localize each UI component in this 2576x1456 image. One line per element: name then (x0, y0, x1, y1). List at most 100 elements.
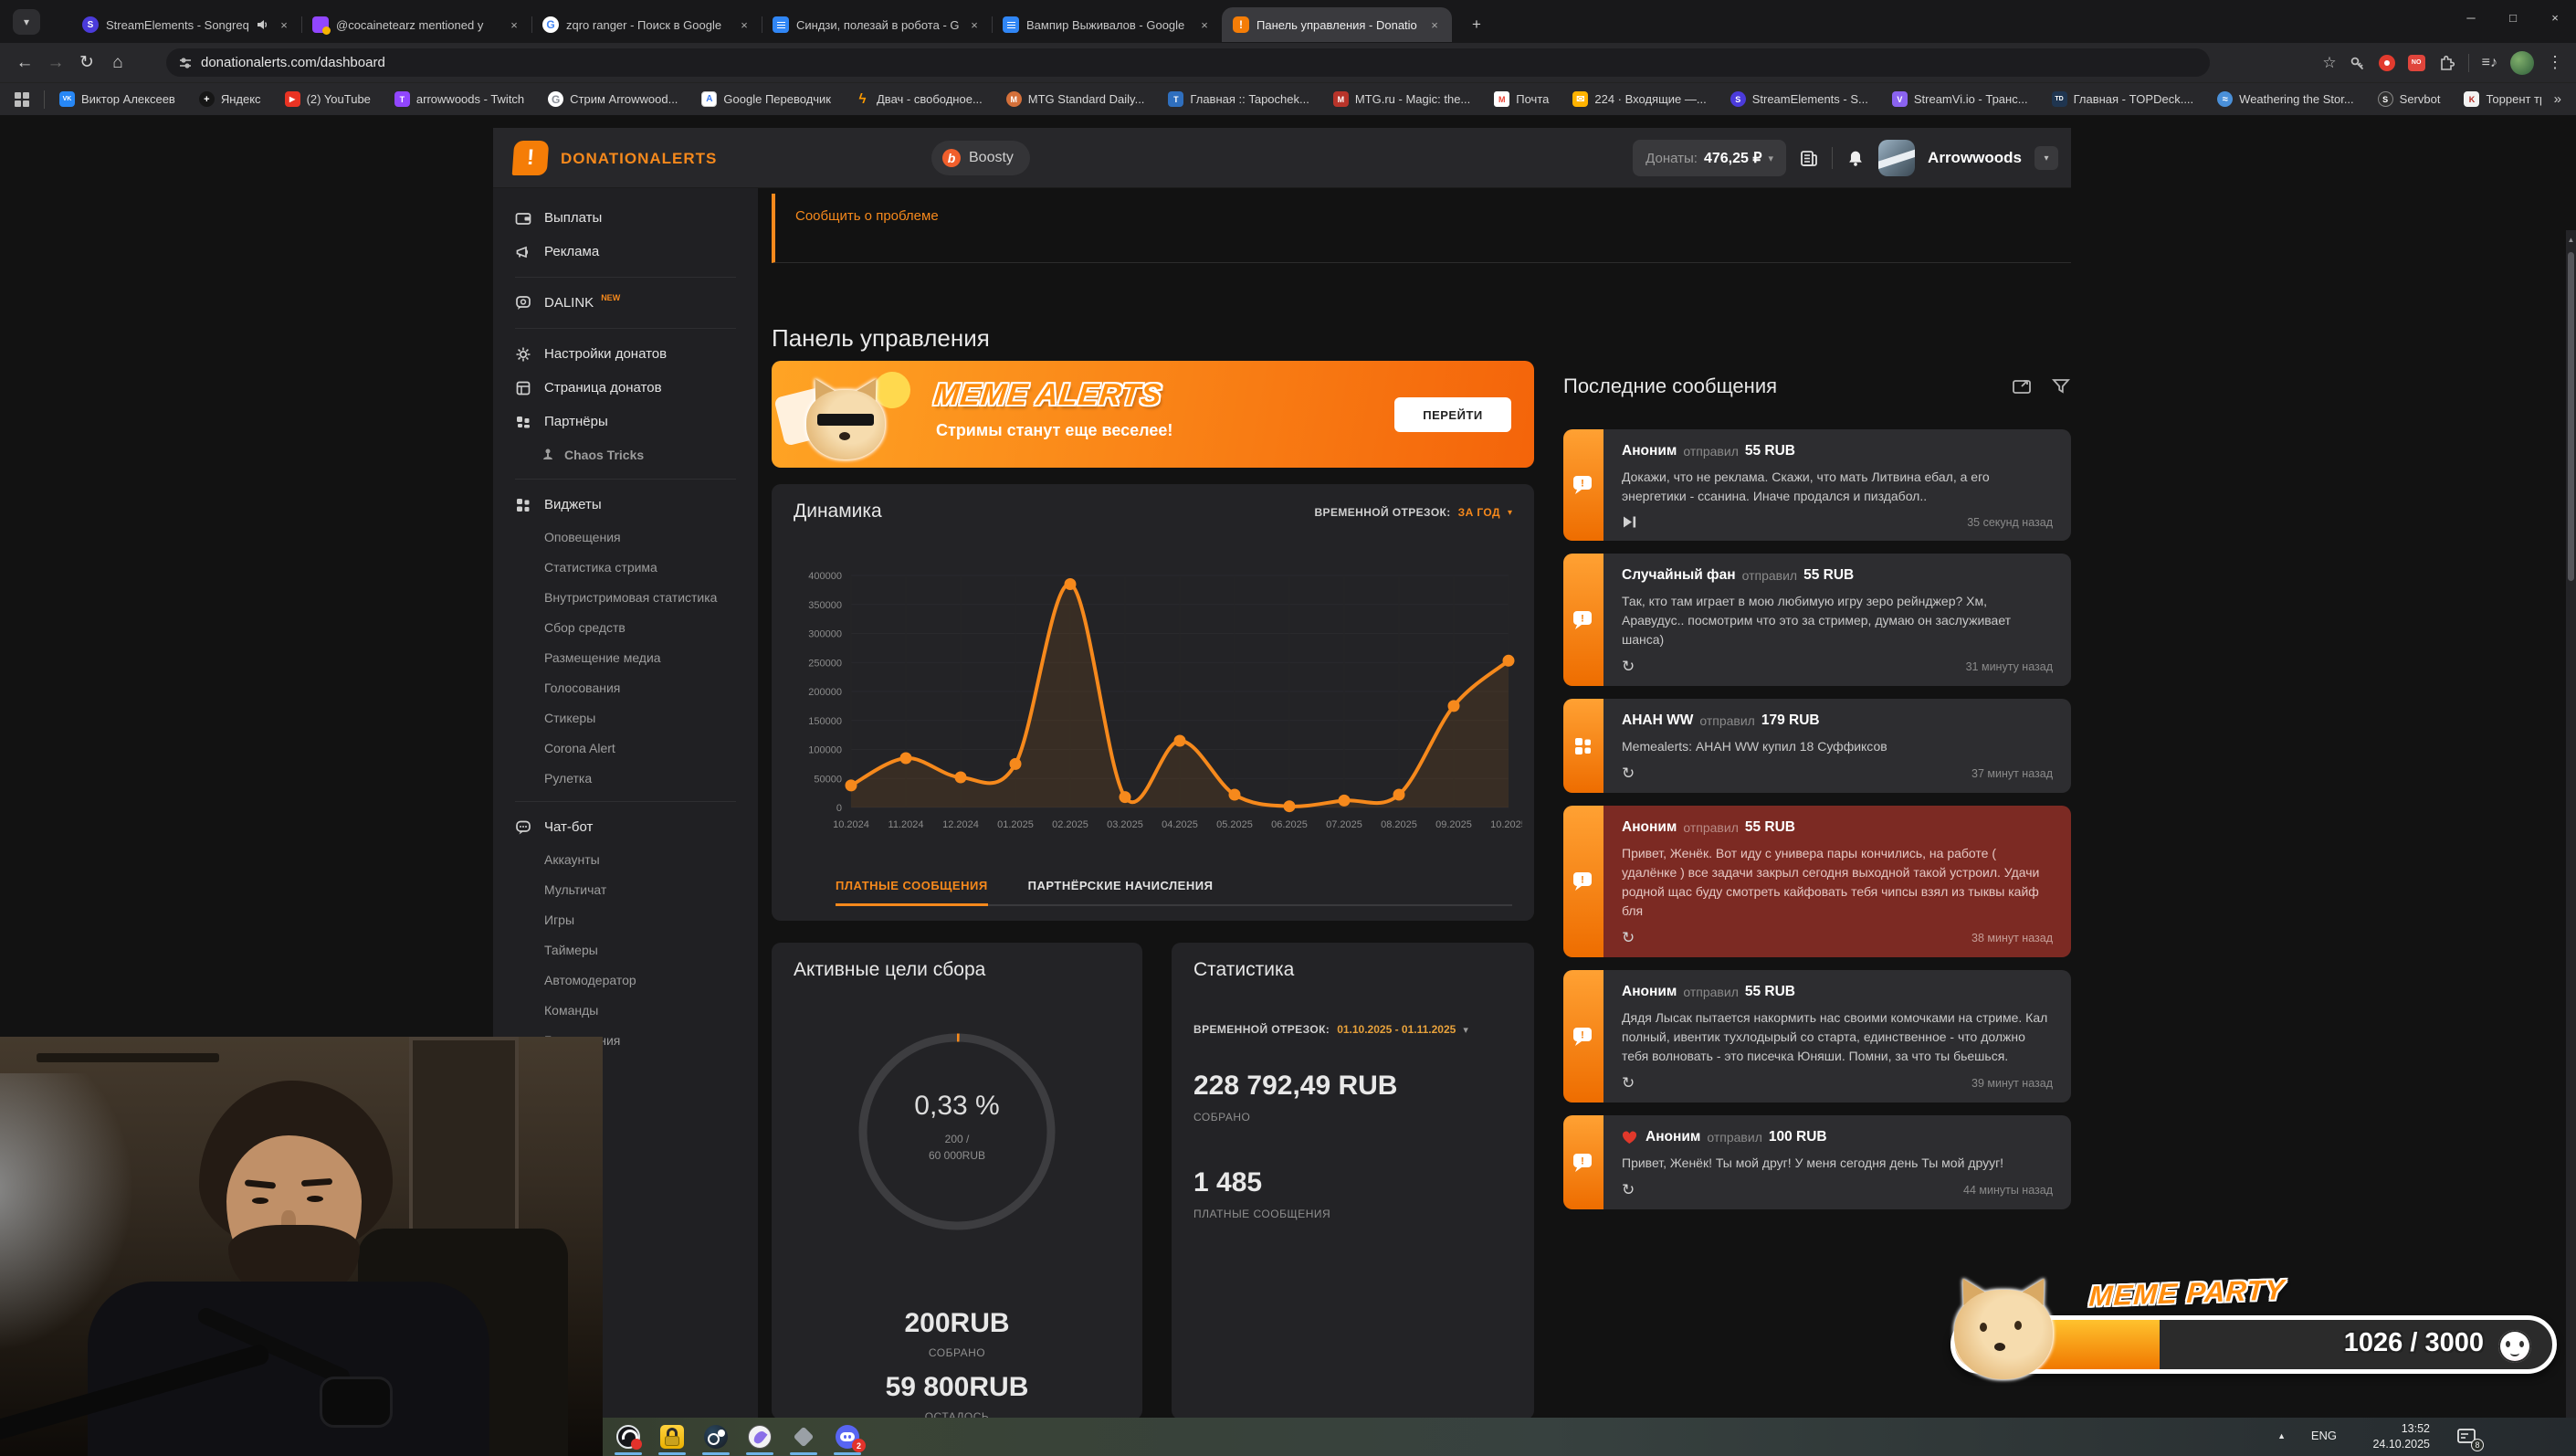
browser-profile-avatar[interactable] (2510, 51, 2534, 75)
skip-icon[interactable] (1622, 515, 1637, 529)
apps-grid-icon[interactable] (15, 92, 29, 107)
bookmark-item[interactable]: VKВиктор Алексеев (59, 91, 175, 107)
filter-icon[interactable] (2051, 376, 2071, 396)
tab-close-icon[interactable]: × (276, 16, 292, 33)
bookmark-item[interactable]: ✉224 · Входящие —... (1572, 91, 1706, 107)
tray-chevron-icon[interactable]: ▲ (2277, 1431, 2286, 1440)
home-icon[interactable]: ⌂ (102, 47, 133, 79)
taskbar-app-lightshot-icon[interactable] (738, 1418, 782, 1456)
clock[interactable]: 13:52 24.10.2025 (2348, 1421, 2430, 1452)
sidebar-item-corona-alert[interactable]: Corona Alert (493, 733, 758, 763)
extension-no-icon[interactable]: NO (2408, 55, 2425, 71)
donations-balance-dropdown[interactable]: Донаты: 476,25 ₽ ▾ (1633, 140, 1786, 176)
bookmark-item[interactable]: VStreamVi.io - Транс... (1892, 91, 2028, 107)
bookmark-star-icon[interactable]: ☆ (2322, 54, 2336, 72)
donationalerts-logo-icon[interactable]: ! (512, 141, 550, 175)
boosty-button[interactable]: b Boosty (931, 141, 1030, 175)
extensions-puzzle-icon[interactable] (2438, 54, 2455, 71)
browser-tab[interactable]: Вампир Выживалов - Google× (992, 7, 1222, 42)
tab-close-icon[interactable]: × (736, 16, 752, 33)
sidebar-item-аккаунты[interactable]: Аккаунты (493, 844, 758, 874)
news-icon[interactable] (1799, 148, 1819, 168)
tab-close-icon[interactable]: × (506, 16, 522, 33)
replay-icon[interactable]: ↻ (1622, 930, 1635, 945)
playlist-icon[interactable]: ≡♪ (2482, 55, 2497, 71)
sidebar-item-автомодератор[interactable]: Автомодератор (493, 965, 758, 995)
tab-partner-accruals[interactable]: ПАРТНЁРСКИЕ НАЧИСЛЕНИЯ (1028, 879, 1214, 904)
message-card[interactable]: !Анонимотправил55 RUBПривет, Женёк. Вот … (1563, 806, 2071, 957)
taskbar-app-obs-icon[interactable] (606, 1418, 650, 1456)
sidebar-item-сбор-средств[interactable]: Сбор средств (493, 612, 758, 642)
bookmark-item[interactable]: ≈Weathering the Stor... (2217, 91, 2354, 107)
banner-go-button[interactable]: ПЕРЕЙТИ (1394, 397, 1511, 432)
sidebar-item-выплаты[interactable]: Выплаты (493, 201, 758, 235)
username[interactable]: Arrowwoods (1928, 149, 2022, 167)
tab-search-button[interactable]: ▾ (13, 9, 40, 35)
sidebar-item-чат-бот[interactable]: Чат-бот (493, 810, 758, 844)
extension-adblock-icon[interactable] (2379, 55, 2395, 71)
meme-alerts-banner[interactable]: MEME ALERTS Стримы станут еще веселее! П… (772, 361, 1534, 468)
sidebar-item-статистика-стрима[interactable]: Статистика стрима (493, 552, 758, 582)
browser-tab[interactable]: Gzqro ranger - Поиск в Google× (531, 7, 762, 42)
close-button[interactable]: × (2534, 0, 2576, 35)
sidebar-item-страница-донатов[interactable]: Страница донатов (493, 371, 758, 405)
replay-icon[interactable]: ↻ (1622, 659, 1635, 674)
replay-icon[interactable]: ↻ (1622, 1182, 1635, 1198)
browser-tab[interactable]: !Панель управления - Donatio× (1222, 7, 1452, 42)
new-tab-button[interactable]: + (1465, 13, 1488, 37)
sidebar-item-dalink[interactable]: DALINKNEW (493, 286, 758, 320)
notification-center-icon[interactable]: 8 (2455, 1426, 2477, 1448)
minimize-button[interactable]: ─ (2450, 0, 2492, 35)
page-scrollbar[interactable]: ▲ ▼ (2566, 230, 2576, 1456)
bookmark-item[interactable]: AGoogle Переводчик (701, 91, 831, 107)
bookmark-item[interactable]: TDГлавная - TOPDeck.... (2052, 91, 2194, 107)
bookmark-item[interactable]: MMTG.ru - Magic: the... (1333, 91, 1470, 107)
message-card[interactable]: !Анонимотправил55 RUBДокажи, что не рекл… (1563, 429, 2071, 541)
sidebar-item-рулетка[interactable]: Рулетка (493, 763, 758, 793)
bookmark-item[interactable]: MПочта (1494, 91, 1549, 107)
bookmark-item[interactable]: ϟДвач - свободное... (855, 91, 983, 107)
maximize-button[interactable]: □ (2492, 0, 2534, 35)
site-settings-icon[interactable] (179, 57, 192, 69)
browser-tab[interactable]: Синдзи, полезай в робота - G× (762, 7, 992, 42)
message-card[interactable]: !Анонимотправил55 RUBДядя Лысак пытается… (1563, 970, 2071, 1103)
sidebar-item-игры[interactable]: Игры (493, 904, 758, 934)
reload-icon[interactable]: ↻ (71, 47, 102, 79)
bookmark-item[interactable]: SStreamElements - S... (1730, 91, 1868, 107)
sidebar-item-команды[interactable]: Команды (493, 995, 758, 1025)
sidebar-item-виджеты[interactable]: Виджеты (493, 488, 758, 522)
scrollbar-thumb[interactable] (2568, 252, 2574, 581)
message-card[interactable]: АНАН WWотправил179 RUBMemealerts: АНАН W… (1563, 699, 2071, 793)
bookmark-item[interactable]: TГлавная :: Tapochek... (1168, 91, 1309, 107)
notifications-bell-icon[interactable] (1845, 148, 1866, 168)
message-card[interactable]: !Анонимотправил100 RUBПривет, Женёк! Ты … (1563, 1115, 2071, 1209)
bookmark-item[interactable]: Tarrowwoods - Twitch (394, 91, 524, 107)
chart-range-dropdown[interactable]: ВРЕМЕННОЙ ОТРЕЗОК: ЗА ГОД ▾ (1314, 506, 1512, 519)
sidebar-item-внутристримовая-статистика[interactable]: Внутристримовая статистика (493, 582, 758, 612)
address-bar[interactable]: donationalerts.com/dashboard (166, 48, 2210, 77)
browser-tab[interactable]: @cocainetearz mentioned y× (301, 7, 531, 42)
bookmark-item[interactable]: KТоррент трекер Ки... (2464, 91, 2540, 107)
scroll-up-icon[interactable]: ▲ (2566, 236, 2576, 244)
bookmark-item[interactable]: ▶(2) YouTube (285, 91, 371, 107)
user-menu-chevron-icon[interactable]: ▾ (2035, 146, 2058, 170)
sidebar-item-реклама[interactable]: Реклама (493, 235, 758, 269)
sidebar-item-стикеры[interactable]: Стикеры (493, 702, 758, 733)
tab-audio-icon[interactable] (256, 18, 268, 31)
bookmark-item[interactable]: SServbot (2378, 91, 2441, 107)
sidebar-item-голосования[interactable]: Голосования (493, 672, 758, 702)
report-problem-link[interactable]: Сообщить о проблеме (795, 208, 939, 224)
back-icon[interactable]: ← (9, 47, 40, 79)
user-avatar[interactable] (1878, 140, 1915, 176)
bookmark-item[interactable]: +Яндекс (199, 91, 261, 107)
sidebar-item-размещение-медиа[interactable]: Размещение медиа (493, 642, 758, 672)
sidebar-item-настройки-донатов[interactable]: Настройки донатов (493, 337, 758, 371)
language-indicator[interactable]: ENG (2311, 1429, 2337, 1442)
sidebar-item-оповещения[interactable]: Оповещения (493, 522, 758, 552)
forward-icon[interactable]: → (40, 47, 71, 79)
replay-icon[interactable]: ↻ (1622, 1075, 1635, 1091)
sidebar-item-партнёры[interactable]: Партнёры (493, 405, 758, 438)
replay-icon[interactable]: ↻ (1622, 765, 1635, 781)
taskbar-app-discord-icon[interactable]: 2 (825, 1418, 869, 1456)
bookmark-item[interactable]: GСтрим Arrowwood... (548, 91, 678, 107)
